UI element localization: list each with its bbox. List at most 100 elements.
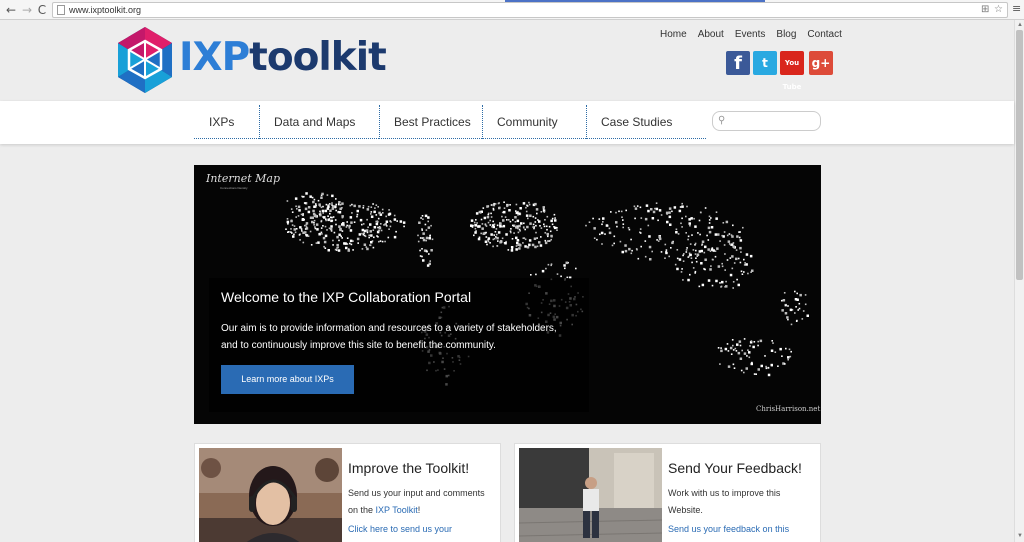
map-dot (321, 209, 325, 213)
map-dot (504, 216, 507, 218)
map-dot (522, 242, 524, 244)
map-dot (682, 254, 684, 257)
map-dot (373, 236, 375, 239)
top-link-about[interactable]: About (698, 29, 724, 40)
top-link-blog[interactable]: Blog (776, 29, 796, 40)
map-dot (771, 340, 773, 342)
map-dot (378, 226, 382, 230)
map-dot (345, 246, 348, 250)
map-dot (749, 345, 751, 347)
map-dot (331, 207, 335, 210)
map-dot (740, 369, 743, 372)
nav-item-case-studies[interactable]: Case Studies (586, 105, 706, 139)
map-dot (706, 234, 708, 237)
site-logo[interactable]: IXPtoolkit (115, 27, 387, 93)
map-dot (564, 267, 566, 270)
map-dot (714, 233, 718, 236)
map-dot (615, 221, 618, 224)
bookmark-star-icon[interactable]: ☆ (994, 4, 1003, 16)
map-dot (425, 229, 428, 231)
back-icon[interactable]: ← (4, 3, 18, 17)
page-scrollbar[interactable]: ▲ ▼ (1014, 20, 1024, 542)
map-dot (515, 236, 518, 240)
map-dot (535, 231, 537, 234)
map-dot (639, 232, 642, 234)
map-dot (610, 211, 612, 213)
map-dot (324, 209, 328, 213)
map-dot (729, 346, 733, 350)
send-feedback-link[interactable]: Send us your feedback on this (668, 522, 816, 536)
learn-more-button[interactable]: Learn more about IXPs (221, 365, 354, 394)
translate-icon[interactable]: ⊞ (981, 4, 989, 16)
reload-icon[interactable]: C (35, 3, 49, 17)
map-dot (523, 226, 525, 229)
scroll-thumb[interactable] (1016, 30, 1023, 280)
map-dot (536, 237, 538, 239)
nav-item-ixps[interactable]: IXPs (194, 105, 259, 139)
map-dot (622, 226, 624, 229)
address-url[interactable]: www.ixptoolkit.org (69, 4, 141, 16)
forward-icon[interactable]: → (20, 3, 34, 17)
nav-item-best-practices[interactable]: Best Practices (379, 105, 482, 139)
map-dot (489, 224, 492, 226)
top-link-events[interactable]: Events (735, 29, 766, 40)
send-input-link[interactable]: Click here to send us your (348, 522, 496, 536)
map-dot (593, 237, 596, 239)
map-dot (731, 255, 734, 258)
map-dot (657, 240, 660, 242)
map-dot (751, 361, 753, 364)
map-dot (517, 239, 520, 242)
map-dot (368, 234, 370, 237)
address-bar[interactable]: www.ixptoolkit.org ⊞ ☆ (52, 2, 1008, 18)
map-dot (299, 239, 301, 241)
scroll-up-icon[interactable]: ▲ (1016, 21, 1024, 29)
map-dot (370, 206, 373, 208)
map-dot (699, 233, 701, 236)
map-dot (295, 216, 297, 218)
nav-item-data-and-maps[interactable]: Data and Maps (259, 105, 379, 139)
googleplus-icon[interactable]: g+ (809, 51, 833, 75)
twitter-icon[interactable]: t (753, 51, 777, 75)
search-input[interactable]: ⚲ (712, 111, 821, 131)
map-dot (668, 207, 672, 210)
page-icon (57, 5, 65, 15)
map-dot (545, 267, 547, 270)
map-dot (363, 243, 367, 246)
map-dot (419, 255, 422, 257)
map-dot (719, 363, 721, 365)
map-dot (370, 213, 372, 215)
map-dot (376, 235, 378, 237)
map-dot (633, 205, 636, 208)
hero-body: Our aim is to provide information and re… (221, 323, 557, 351)
map-dot (698, 250, 702, 253)
map-dot (665, 211, 669, 215)
map-dot (592, 217, 594, 220)
map-dot (300, 213, 303, 216)
map-dot (731, 339, 734, 341)
map-dot (492, 245, 494, 248)
ixp-toolkit-link[interactable]: IXP Toolkit (376, 505, 418, 515)
youtube-icon[interactable]: You Tube (780, 51, 804, 91)
map-dot (585, 224, 587, 227)
map-dot (297, 205, 301, 209)
map-dot (695, 249, 697, 252)
map-dot (685, 215, 687, 218)
map-dot (332, 244, 334, 246)
facebook-icon[interactable]: f (726, 51, 750, 75)
map-dot (480, 212, 482, 214)
map-dot (515, 245, 518, 247)
scroll-down-icon[interactable]: ▼ (1016, 532, 1024, 540)
map-dot (536, 245, 539, 248)
menu-icon[interactable]: ≡ (1012, 3, 1022, 15)
map-dot (424, 223, 427, 226)
map-dot (755, 373, 757, 375)
map-dot (314, 227, 317, 230)
map-dot (665, 249, 668, 251)
map-dot (315, 223, 319, 226)
top-link-home[interactable]: Home (660, 29, 687, 40)
map-dot (329, 227, 333, 231)
nav-item-community[interactable]: Community (482, 105, 586, 139)
map-dot (783, 292, 786, 294)
top-link-contact[interactable]: Contact (807, 29, 841, 40)
map-dot (784, 312, 788, 315)
